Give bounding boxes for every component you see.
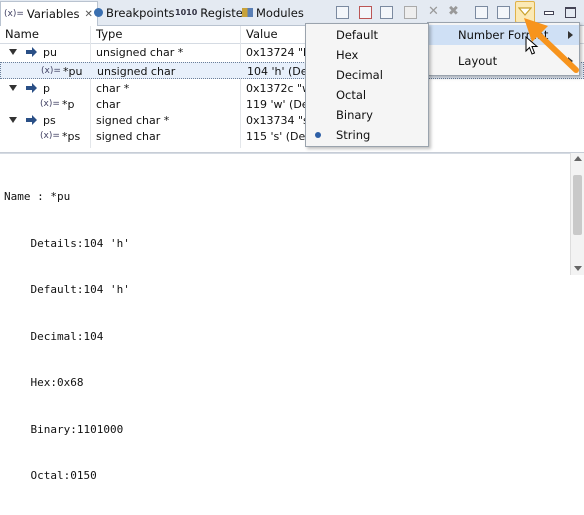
column-header-name[interactable]: Name xyxy=(5,27,39,41)
variable-name: p xyxy=(43,82,50,95)
format-option-octal[interactable]: Octal xyxy=(306,85,428,105)
tab-modules-label: Modules xyxy=(256,5,304,20)
variable-name: *ps xyxy=(62,130,81,143)
remove-all-button[interactable]: ✖ xyxy=(445,3,463,21)
pointer-arrow-icon xyxy=(26,115,37,125)
column-header-value[interactable]: Value xyxy=(246,27,278,41)
scroll-down-button[interactable] xyxy=(574,266,582,271)
expand-icon[interactable] xyxy=(9,85,17,91)
variable-type: unsigned char * xyxy=(96,46,184,59)
variable-name: ps xyxy=(43,114,56,127)
show-type-names-button[interactable] xyxy=(333,3,351,21)
modules-icon xyxy=(242,8,253,17)
collapse-all-button[interactable] xyxy=(377,3,395,21)
details-scrollbar[interactable] xyxy=(570,153,584,275)
details-line: Default:104 'h' xyxy=(4,283,130,296)
expand-icon[interactable] xyxy=(9,117,17,123)
remove-icon: ✕ xyxy=(428,4,439,19)
variable-icon: (x)= xyxy=(40,131,60,141)
pointer-arrow-icon xyxy=(26,83,37,93)
expand-icon[interactable] xyxy=(9,49,17,55)
details-line: Name : *pu xyxy=(4,190,71,203)
table-row[interactable]: ps signed char * 0x13734 "stri xyxy=(0,112,584,129)
details-line: Octal:0150 xyxy=(4,469,97,482)
format-option-hex[interactable]: Hex xyxy=(306,45,428,65)
table-row[interactable]: (x)= *ps signed char 115 's' (Detai xyxy=(0,128,584,145)
format-option-label: Octal xyxy=(336,88,367,102)
format-option-default[interactable]: Default xyxy=(306,25,428,45)
close-icon[interactable]: ✕ xyxy=(84,9,92,20)
variable-name: *p xyxy=(62,98,75,111)
details-line: Details:104 'h' xyxy=(4,236,130,250)
format-option-string[interactable]: String xyxy=(306,125,428,145)
breakpoints-icon xyxy=(94,8,103,17)
pin-button[interactable] xyxy=(494,3,512,21)
add-watch-button[interactable] xyxy=(401,3,419,21)
variables-icon: (x)= xyxy=(4,9,24,19)
format-option-label: String xyxy=(336,128,371,142)
menu-item-label: Layout xyxy=(458,54,498,68)
details-line: Hex:0x68 xyxy=(4,376,84,389)
mouse-cursor-icon xyxy=(525,36,539,55)
variable-icon: (x)= xyxy=(41,66,61,76)
table-row[interactable]: p char * 0x1372c "wo xyxy=(0,80,584,97)
variable-name: pu xyxy=(43,46,57,59)
format-option-label: Hex xyxy=(336,48,359,62)
tab-variables[interactable]: (x)= Variables ✕ xyxy=(0,1,98,26)
variable-type: signed char * xyxy=(96,114,170,127)
format-option-label: Binary xyxy=(336,108,373,122)
new-view-button[interactable] xyxy=(472,3,490,21)
remove-button[interactable]: ✕ xyxy=(424,3,442,21)
variable-type: unsigned char xyxy=(97,65,176,78)
pointer-arrow-icon xyxy=(26,47,37,57)
table-row[interactable]: (x)= *p char 119 'w' (Deta xyxy=(0,96,584,113)
variable-icon: (x)= xyxy=(40,99,60,109)
details-pane[interactable]: Name : *pu Details:104 'h' Default:104 '… xyxy=(0,153,570,482)
format-option-label: Decimal xyxy=(336,68,383,82)
variable-type: char xyxy=(96,98,121,111)
tab-breakpoints[interactable]: Breakpoints xyxy=(94,2,174,23)
format-option-label: Default xyxy=(336,28,379,42)
variable-type: signed char xyxy=(96,130,161,143)
format-option-decimal[interactable]: Decimal xyxy=(306,65,428,85)
number-format-submenu: Default Hex Decimal Octal Binary String xyxy=(305,23,429,147)
tab-breakpoints-label: Breakpoints xyxy=(106,5,175,20)
scroll-thumb[interactable] xyxy=(573,175,582,235)
scroll-up-button[interactable] xyxy=(574,156,582,161)
remove-all-icon: ✖ xyxy=(448,4,459,19)
format-option-binary[interactable]: Binary xyxy=(306,105,428,125)
details-line: Binary:1101000 xyxy=(4,422,124,436)
show-logical-structure-button[interactable] xyxy=(356,3,374,21)
registers-icon: 1010 xyxy=(175,8,198,17)
variable-type: char * xyxy=(96,82,130,95)
column-header-type[interactable]: Type xyxy=(96,27,122,41)
tab-modules[interactable]: Modules xyxy=(242,2,304,23)
radio-checked-icon xyxy=(315,132,321,138)
tab-variables-label: Variables xyxy=(26,7,80,21)
details-line: Decimal:104 xyxy=(4,329,104,343)
variable-name: *pu xyxy=(63,65,83,78)
